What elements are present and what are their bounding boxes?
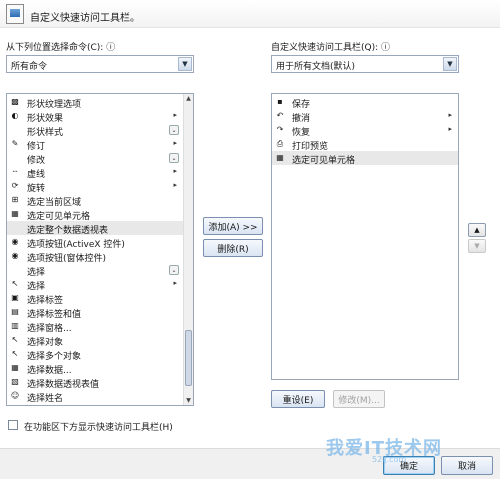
command-list-item[interactable]: ☺ 选择姓名 bbox=[7, 389, 183, 404]
chevron-down-icon[interactable]: ▼ bbox=[443, 57, 457, 71]
choose-commands-label-text: 从下列位置选择命令(C): bbox=[6, 43, 104, 53]
command-icon: ✎ bbox=[11, 139, 19, 148]
command-icon: ▣ bbox=[11, 293, 19, 302]
command-icon bbox=[10, 223, 20, 233]
customize-scope-value: 用于所有文档(默认) bbox=[276, 62, 356, 72]
command-icon: ▦ bbox=[11, 363, 19, 372]
command-icon: ▪ bbox=[277, 97, 283, 106]
command-icon bbox=[10, 153, 20, 163]
command-icon: ⎙ bbox=[276, 139, 284, 148]
command-icon: ▦ bbox=[276, 153, 284, 162]
customize-toolbar-label-text: 自定义快速访问工具栏(Q): bbox=[271, 43, 379, 53]
command-list-item[interactable]: ◐ 形状效果 ▸ bbox=[7, 109, 183, 124]
submenu-arrow-icon: ▸ bbox=[448, 111, 452, 119]
reset-button[interactable]: 重设(E) bbox=[271, 390, 325, 408]
command-list-item[interactable]: ▦ 选择数据... bbox=[7, 361, 183, 376]
command-list-item[interactable]: ▣ 选择标签 bbox=[7, 291, 183, 306]
move-up-button[interactable]: ▲ bbox=[468, 223, 486, 237]
command-icon: ◉ bbox=[11, 251, 19, 260]
command-icon: ┄ bbox=[12, 167, 18, 176]
submenu-arrow-icon: ▸ bbox=[173, 111, 177, 119]
toolbar-list-item[interactable]: ↶ 撤消 ▸ bbox=[272, 109, 458, 124]
move-down-button[interactable]: ▼ bbox=[468, 239, 486, 253]
submenu-arrow-icon: ▸ bbox=[173, 139, 177, 147]
submenu-arrow-icon: ▸ bbox=[173, 181, 177, 189]
command-list-item-label: 选择姓名 bbox=[27, 394, 64, 404]
show-below-ribbon-checkbox[interactable] bbox=[8, 420, 18, 430]
dialog-title: 自定义快速访问工具栏。 bbox=[30, 13, 140, 24]
command-list-item[interactable]: 选择 ⌄ bbox=[7, 263, 183, 278]
command-icon: ⟳ bbox=[11, 181, 19, 190]
command-list-item[interactable]: ▥ 选择窗格... bbox=[7, 319, 183, 334]
command-icon: ▧ bbox=[11, 377, 19, 386]
submenu-arrow-icon: ▸ bbox=[173, 167, 177, 175]
command-icon: ⊞ bbox=[11, 195, 19, 204]
toolbar-app-icon bbox=[6, 4, 24, 24]
choose-commands-value: 所有命令 bbox=[11, 62, 48, 72]
command-list-item[interactable]: ↖ 选择 ▸ bbox=[7, 277, 183, 292]
gallery-expand-icon: ⌄ bbox=[169, 125, 179, 135]
gallery-expand-icon: ⌄ bbox=[169, 153, 179, 163]
command-list-item[interactable]: ▧ 选择数据透视表值 bbox=[7, 375, 183, 390]
scroll-thumb[interactable] bbox=[185, 330, 192, 386]
gallery-expand-icon: ⌄ bbox=[169, 265, 179, 275]
command-list-item[interactable]: ⟳ 旋转 ▸ bbox=[7, 179, 183, 194]
command-list-item[interactable]: ▤ 选择标签和值 bbox=[7, 305, 183, 320]
customize-scope-dropdown[interactable]: 用于所有文档(默认) ▼ bbox=[271, 55, 459, 73]
toolbar-list-item[interactable]: ▦ 选定可见单元格 bbox=[272, 151, 458, 166]
available-commands-list[interactable]: ▲ ▼ ▩ 形状纹理选项 ◐ 形状效果 ▸ 形状样式 ⌄ ✎ 修订 ▸ 修改 ⌄ ┄ 虚线 ▸ ⟳ 旋转 ▸ ⊞ 选定… bbox=[6, 93, 194, 406]
command-icon: ▥ bbox=[11, 321, 19, 330]
command-list-item[interactable]: 形状样式 ⌄ bbox=[7, 123, 183, 138]
command-list-item[interactable]: 修改 ⌄ bbox=[7, 151, 183, 166]
command-icon: ☺ bbox=[10, 391, 20, 400]
command-list-item[interactable]: ┄ 虚线 ▸ bbox=[7, 165, 183, 180]
show-below-ribbon-label: 在功能区下方显示快速访问工具栏(H) bbox=[24, 423, 173, 433]
remove-button[interactable]: 删除(R) bbox=[203, 239, 263, 257]
toolbar-list-item[interactable]: ⎙ 打印预览 bbox=[272, 137, 458, 152]
add-button[interactable]: 添加(A) >> bbox=[203, 217, 263, 235]
command-icon: ▤ bbox=[11, 307, 19, 316]
command-list-item[interactable]: ✎ 修订 ▸ bbox=[7, 137, 183, 152]
modify-button[interactable]: 修改(M)... bbox=[333, 390, 385, 408]
command-list-item[interactable]: ↖ 选择多个对象 bbox=[7, 347, 183, 362]
toolbar-list-item[interactable]: ▪ 保存 bbox=[272, 95, 458, 110]
customize-toolbar-label: 自定义快速访问工具栏(Q): ⓘ bbox=[271, 40, 390, 53]
command-icon: ◉ bbox=[11, 237, 19, 246]
command-icon bbox=[10, 125, 20, 135]
left-list-scrollbar[interactable]: ▲ ▼ bbox=[183, 94, 193, 405]
toolbar-commands-list[interactable]: ▪ 保存 ↶ 撤消 ▸ ↷ 恢复 ▸ ⎙ 打印预览 ▦ 选定可见单元格 bbox=[271, 93, 459, 380]
command-list-item[interactable]: ▦ 选定可见单元格 bbox=[7, 207, 183, 222]
chevron-down-icon[interactable]: ▼ bbox=[178, 57, 192, 71]
info-icon: ⓘ bbox=[106, 43, 116, 53]
command-icon: ↶ bbox=[276, 111, 284, 120]
scroll-down-icon[interactable]: ▼ bbox=[184, 396, 193, 405]
dialog-header: 自定义快速访问工具栏。 bbox=[0, 0, 500, 28]
submenu-arrow-icon: ▸ bbox=[173, 279, 177, 287]
submenu-arrow-icon: ▸ bbox=[448, 125, 452, 133]
info-icon: ⓘ bbox=[381, 43, 391, 53]
command-icon: ▩ bbox=[11, 97, 19, 106]
cancel-button[interactable]: 取消 bbox=[441, 456, 493, 475]
command-icon: ▦ bbox=[11, 209, 19, 218]
command-list-item[interactable]: ◉ 选项按钮(窗体控件) bbox=[7, 249, 183, 264]
scroll-up-icon[interactable]: ▲ bbox=[184, 94, 193, 103]
toolbar-list-item[interactable]: ↷ 恢复 ▸ bbox=[272, 123, 458, 138]
command-icon bbox=[10, 265, 20, 275]
command-icon: ↖ bbox=[11, 349, 19, 358]
command-icon: ↷ bbox=[276, 125, 284, 134]
watermark-sub: 52ij.com bbox=[372, 455, 407, 464]
command-list-item[interactable]: ◉ 选项按钮(ActiveX 控件) bbox=[7, 235, 183, 250]
command-list-item[interactable]: ↖ 选择对象 bbox=[7, 333, 183, 348]
choose-commands-label: 从下列位置选择命令(C): ⓘ bbox=[6, 40, 115, 53]
command-icon: ↖ bbox=[11, 279, 19, 288]
command-icon: ◐ bbox=[11, 111, 19, 120]
command-list-item[interactable]: ⊞ 选定当前区域 bbox=[7, 193, 183, 208]
command-icon: ↖ bbox=[11, 335, 19, 344]
toolbar-list-item-label: 选定可见单元格 bbox=[292, 156, 356, 166]
command-list-item[interactable]: ▩ 形状纹理选项 bbox=[7, 95, 183, 110]
command-list-item[interactable]: 选定整个数据透视表 bbox=[7, 221, 183, 236]
choose-commands-dropdown[interactable]: 所有命令 ▼ bbox=[6, 55, 194, 73]
